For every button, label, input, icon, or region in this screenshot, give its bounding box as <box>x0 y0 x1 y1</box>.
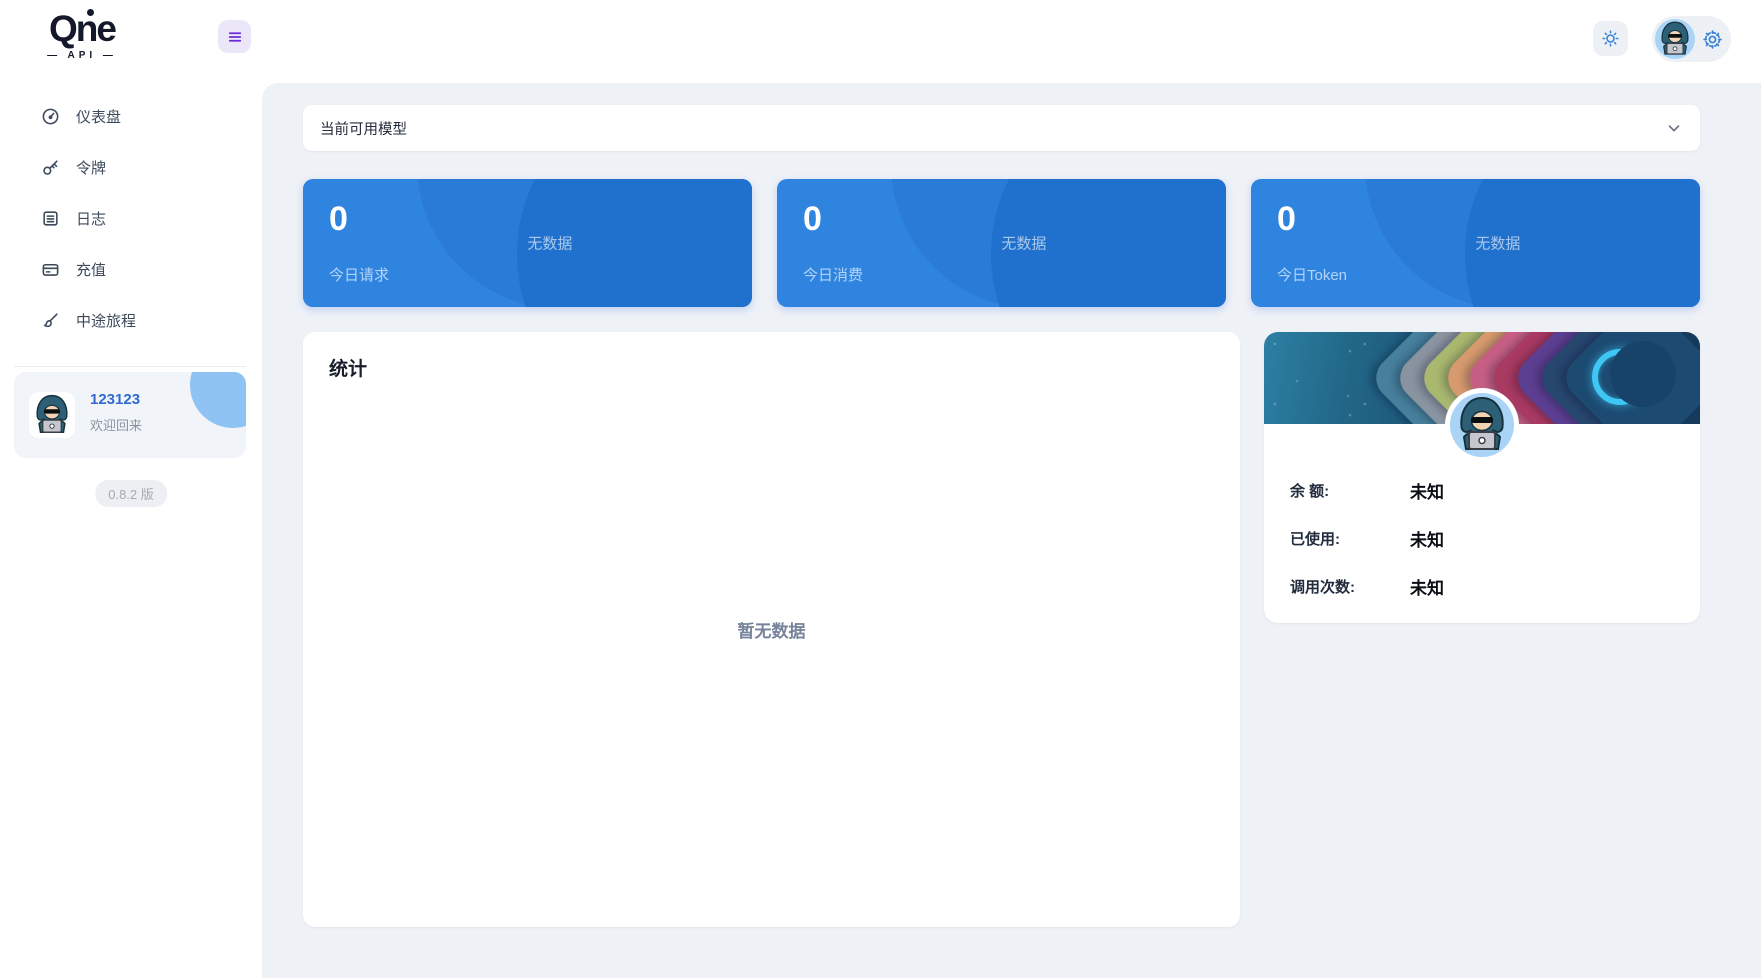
sidebar-item-label: 仪表盘 <box>76 108 122 126</box>
sidebar-user-card[interactable]: 123123 欢迎回来 <box>14 372 246 458</box>
chevron-down-icon <box>1668 125 1680 132</box>
stat-label: 今日消费 <box>803 267 864 284</box>
paintbrush-icon <box>41 311 60 330</box>
no-data-text: 无数据 <box>1475 235 1521 253</box>
sidebar-divider <box>14 366 246 367</box>
logo-text: Qne <box>49 8 117 49</box>
gauge-icon <box>41 107 60 126</box>
row-label: 余 额: <box>1290 482 1330 500</box>
no-data-text: 无数据 <box>527 235 573 253</box>
header-avatar[interactable] <box>1655 19 1695 59</box>
theme-toggle-button[interactable] <box>1593 21 1628 56</box>
sidebar-item-topup[interactable]: 充值 <box>0 249 262 289</box>
sidebar-item-dashboard[interactable]: 仪表盘 <box>0 96 262 136</box>
row-label: 已使用: <box>1290 530 1340 548</box>
available-models-label: 当前可用模型 <box>320 121 407 138</box>
balance-row: 余 额: 未知 <box>1290 476 1674 504</box>
account-summary-card: 余 额: 未知 已使用: 未知 调用次数: 未知 <box>1264 332 1700 623</box>
row-label: 调用次数: <box>1290 578 1355 596</box>
sidebar-item-label: 令牌 <box>76 159 107 177</box>
decorative-circle <box>190 372 246 428</box>
stat-label: 今日请求 <box>329 267 390 284</box>
sidebar-item-logs[interactable]: 日志 <box>0 198 262 238</box>
sidebar-nav: 仪表盘 令牌 日志 充值 中途旅程 <box>0 96 262 351</box>
no-data-text: 无数据 <box>1001 235 1047 253</box>
username: 123123 <box>90 391 141 408</box>
sidebar: 仪表盘 令牌 日志 充值 中途旅程 123123 欢迎回来 0.8.2 版 <box>0 0 262 978</box>
stat-card-consumption: 0 无数据 今日消费 <box>777 179 1226 307</box>
stat-card-tokens: 0 无数据 今日Token <box>1251 179 1700 307</box>
greeting-text: 欢迎回来 <box>90 418 143 433</box>
logs-icon <box>41 209 60 228</box>
bottom-row: 统计 暂无数据 余 额: 未知 已使用: 未知 调用次数: 未知 <box>303 332 1700 927</box>
call-count-row: 调用次数: 未知 <box>1290 572 1674 600</box>
app-logo: Qne — API — <box>22 8 142 61</box>
crescent-moon-mask <box>1610 341 1676 407</box>
hamburger-icon <box>228 31 241 42</box>
sidebar-item-label: 充值 <box>76 261 107 279</box>
stat-cards-row: 0 无数据 今日请求 0 无数据 今日消费 0 无数据 今日Token <box>303 179 1700 307</box>
sun-icon <box>1602 30 1619 47</box>
sidebar-item-midjourney[interactable]: 中途旅程 <box>0 300 262 340</box>
stat-label: 今日Token <box>1277 267 1348 284</box>
sidebar-item-label: 中途旅程 <box>76 312 137 330</box>
key-icon <box>41 158 60 177</box>
user-menu[interactable] <box>1652 16 1731 62</box>
used-row: 已使用: 未知 <box>1290 524 1674 552</box>
sidebar-item-label: 日志 <box>76 210 107 228</box>
sidebar-item-tokens[interactable]: 令牌 <box>0 147 262 187</box>
row-value: 未知 <box>1410 530 1444 550</box>
row-value: 未知 <box>1410 482 1444 502</box>
row-value: 未知 <box>1410 578 1444 598</box>
statistics-title: 统计 <box>329 359 368 380</box>
credit-card-icon <box>41 260 60 279</box>
version-badge: 0.8.2 版 <box>95 480 167 507</box>
logo-subtitle: — API — <box>47 50 117 61</box>
stat-card-requests: 0 无数据 今日请求 <box>303 179 752 307</box>
empty-data-text: 暂无数据 <box>737 622 806 641</box>
main-content: 当前可用模型 0 无数据 今日请求 0 无数据 今日消费 0 无数据 今日Tok… <box>262 83 1761 978</box>
profile-avatar <box>1445 388 1519 462</box>
statistics-panel: 统计 暂无数据 <box>303 332 1240 927</box>
sidebar-toggle-button[interactable] <box>218 20 251 53</box>
top-header: Qne — API — <box>0 0 1761 83</box>
available-models-dropdown[interactable]: 当前可用模型 <box>303 105 1700 151</box>
user-avatar <box>29 392 75 438</box>
gear-icon[interactable] <box>1701 28 1724 51</box>
